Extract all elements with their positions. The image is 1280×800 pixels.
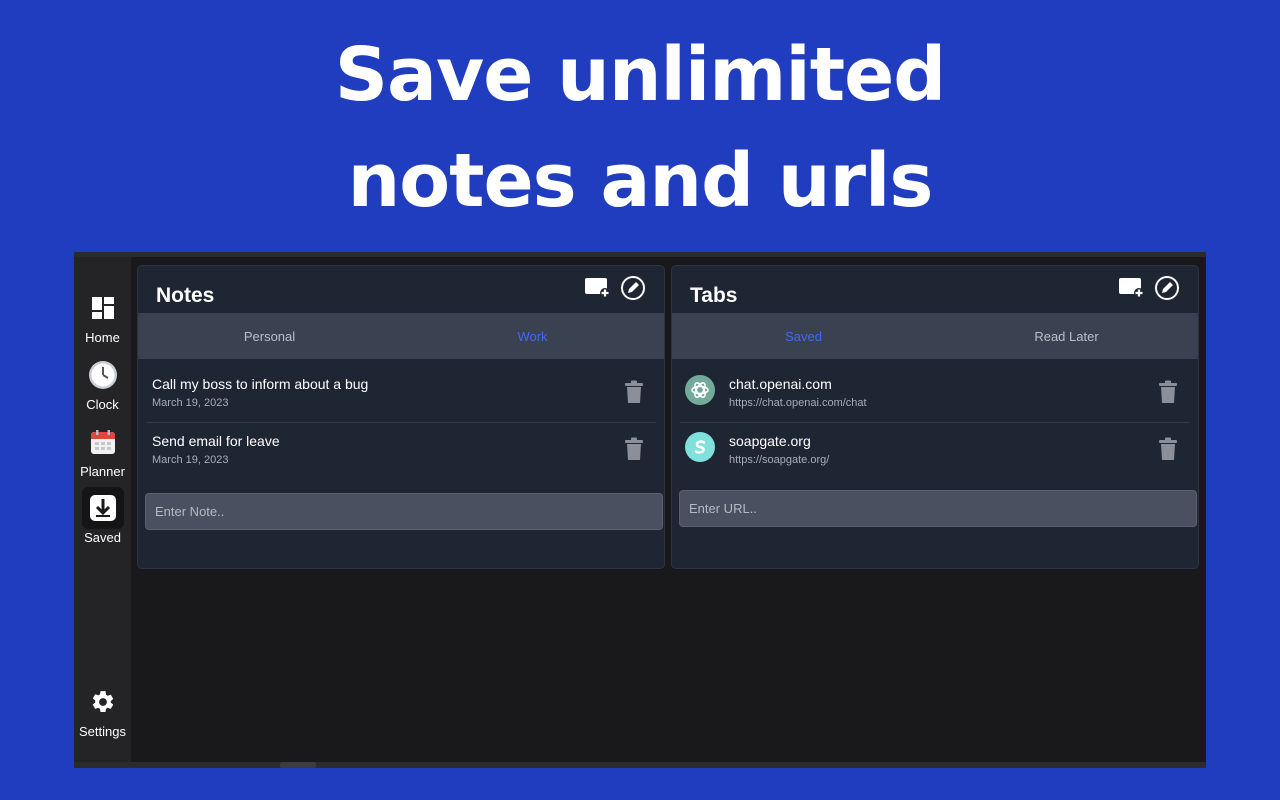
sidebar-item-label: Planner xyxy=(80,464,125,479)
tabs-list: chat.openai.com https://chat.openai.com/… xyxy=(680,366,1190,480)
sidebar-item-label: Saved xyxy=(84,530,121,545)
note-date: March 19, 2023 xyxy=(152,397,229,409)
tabs-panel: Tabs Saved Read Later chat.openai.com ht… xyxy=(671,265,1199,569)
note-input[interactable] xyxy=(145,493,663,530)
scrollbar-thumb[interactable] xyxy=(280,762,316,768)
headline-line-1: Save unlimited xyxy=(334,32,947,118)
trash-icon xyxy=(625,380,643,403)
sidebar-item-saved[interactable]: Saved xyxy=(74,487,131,545)
trash-icon xyxy=(1159,380,1177,403)
delete-button[interactable] xyxy=(624,437,644,461)
sidebar-item-label: Clock xyxy=(86,397,119,412)
list-item[interactable]: Send email for leave March 19, 2023 xyxy=(146,423,656,480)
gear-icon xyxy=(82,681,124,723)
trash-icon xyxy=(625,437,643,460)
add-folder-icon xyxy=(1119,278,1144,298)
tab-title: soapgate.org xyxy=(729,433,811,449)
delete-button[interactable] xyxy=(1158,380,1178,404)
horizontal-scrollbar[interactable] xyxy=(74,762,1206,768)
add-folder-button[interactable] xyxy=(1118,275,1144,301)
delete-button[interactable] xyxy=(1158,437,1178,461)
tab-title: chat.openai.com xyxy=(729,376,832,392)
note-text: Send email for leave xyxy=(152,433,280,449)
note-text: Call my boss to inform about a bug xyxy=(152,376,369,392)
tabs-tabbar: Saved Read Later xyxy=(672,313,1198,359)
calendar-icon xyxy=(82,421,124,463)
add-folder-button[interactable] xyxy=(584,275,610,301)
sidebar-item-clock[interactable]: Clock xyxy=(74,354,131,412)
tab-url: https://chat.openai.com/chat xyxy=(729,397,867,409)
sidebar-item-planner[interactable]: Planner xyxy=(74,421,131,479)
tab-url: https://soapgate.org/ xyxy=(729,454,830,466)
tab-work[interactable]: Work xyxy=(401,313,664,359)
notes-tabbar: Personal Work xyxy=(138,313,664,359)
tabs-title: Tabs xyxy=(690,284,738,307)
edit-icon xyxy=(1155,276,1179,300)
clock-icon xyxy=(82,354,124,396)
download-icon xyxy=(81,487,124,529)
delete-button[interactable] xyxy=(624,380,644,404)
edit-icon xyxy=(621,276,645,300)
edit-button[interactable] xyxy=(620,275,646,301)
sidebar-item-home[interactable]: Home xyxy=(74,287,131,345)
headline: Save unlimited notes and urls xyxy=(0,22,1280,234)
soapgate-logo-icon xyxy=(685,432,715,462)
edit-button[interactable] xyxy=(1154,275,1180,301)
add-folder-icon xyxy=(585,278,610,298)
tab-saved[interactable]: Saved xyxy=(672,313,935,359)
dashboard-icon xyxy=(82,287,124,329)
sidebar-item-label: Settings xyxy=(79,724,126,739)
notes-title: Notes xyxy=(156,284,215,307)
url-input[interactable] xyxy=(679,490,1197,527)
tabs-actions xyxy=(1118,275,1180,301)
openai-logo-icon xyxy=(685,375,715,405)
trash-icon xyxy=(1159,437,1177,460)
tab-personal[interactable]: Personal xyxy=(138,313,401,359)
tab-read-later[interactable]: Read Later xyxy=(935,313,1198,359)
list-item[interactable]: soapgate.org https://soapgate.org/ xyxy=(680,423,1190,480)
notes-panel: Notes Personal Work Call my boss to info… xyxy=(137,265,665,569)
sidebar-item-settings[interactable]: Settings xyxy=(74,681,131,739)
notes-list: Call my boss to inform about a bug March… xyxy=(146,366,656,480)
list-item[interactable]: chat.openai.com https://chat.openai.com/… xyxy=(680,366,1190,423)
sidebar: Home Clock Planner Saved Settings xyxy=(74,257,131,762)
list-item[interactable]: Call my boss to inform about a bug March… xyxy=(146,366,656,423)
note-date: March 19, 2023 xyxy=(152,454,229,466)
sidebar-item-label: Home xyxy=(85,330,120,345)
notes-actions xyxy=(584,275,646,301)
app-window: Home Clock Planner Saved Settings Notes … xyxy=(74,252,1206,768)
headline-line-2: notes and urls xyxy=(347,138,934,224)
